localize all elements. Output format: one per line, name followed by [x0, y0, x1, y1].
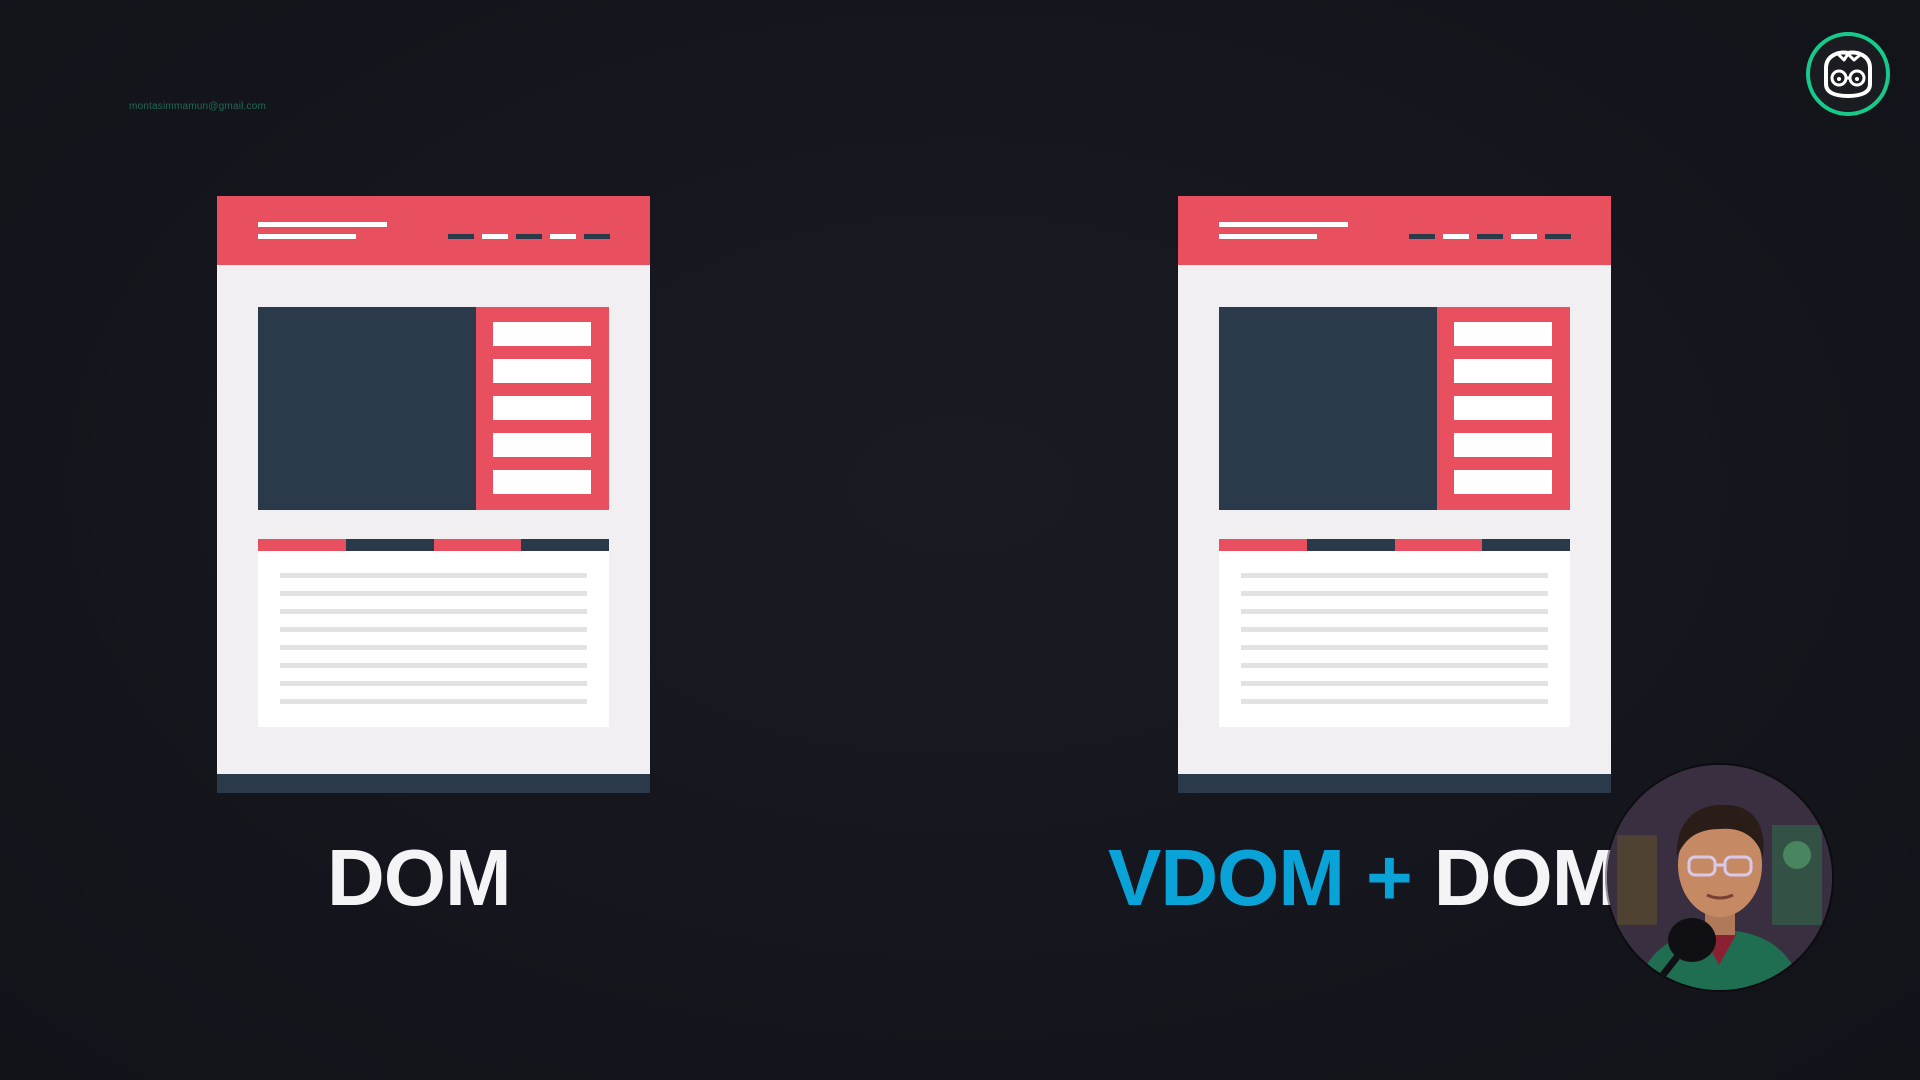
- video-frame: montasimmamun@gmail.com DOM VDOM + DOM: [0, 0, 1920, 1080]
- wireframe-tab-bar: [1219, 539, 1570, 551]
- wireframe-nav-item: [448, 234, 474, 239]
- presenter-webcam: [1607, 765, 1832, 990]
- wireframe-logo-line: [1219, 234, 1317, 239]
- wireframe-side-item: [1454, 396, 1552, 420]
- wireframe-nav-item: [1477, 234, 1503, 239]
- wireframe-header: [217, 196, 650, 265]
- wireframe-nav-item: [482, 234, 508, 239]
- wireframe-text-line: [1241, 645, 1548, 650]
- wireframe-nav-item: [584, 234, 610, 239]
- wireframe-logo-line: [258, 234, 356, 239]
- wireframe-nav-item: [550, 234, 576, 239]
- wireframe-side-item: [493, 433, 591, 457]
- wireframe-text-line: [280, 663, 587, 668]
- wireframe-text-line: [1241, 627, 1548, 632]
- wireframe-header: [1178, 196, 1611, 265]
- wireframe-tab: [521, 539, 609, 551]
- wireframe-content-block: [1219, 551, 1570, 727]
- wireframe-tab: [1394, 539, 1483, 551]
- wireframe-text-line: [1241, 609, 1548, 614]
- wireframe-side-item: [493, 470, 591, 494]
- wireframe-text-line: [280, 627, 587, 632]
- wireframe-footer: [217, 774, 650, 793]
- wireframe-text-line: [280, 699, 587, 704]
- wireframe-hero-block: [258, 307, 476, 510]
- wireframe-side-item: [1454, 359, 1552, 383]
- wireframe-side-panel: [1437, 307, 1570, 510]
- wireframe-nav-item: [516, 234, 542, 239]
- wireframe-tab-bar: [258, 539, 609, 551]
- wireframe-text-line: [1241, 663, 1548, 668]
- wireframe-side-item: [493, 359, 591, 383]
- wireframe-nav-item: [1511, 234, 1537, 239]
- wireframe-side-item: [493, 322, 591, 346]
- wireframe-side-item: [1454, 433, 1552, 457]
- glasses-avatar-icon: [1824, 50, 1872, 99]
- wireframe-tab: [1306, 539, 1395, 551]
- wireframe-hero-block: [1219, 307, 1437, 510]
- vdom-label: VDOM: [1108, 833, 1345, 922]
- wireframe-tab: [1219, 539, 1307, 551]
- wireframe-tab: [258, 539, 346, 551]
- wireframe-text-line: [280, 681, 587, 686]
- wireframe-side-item: [493, 396, 591, 420]
- wireframe-content-block: [258, 551, 609, 727]
- email-watermark: montasimmamun@gmail.com: [129, 101, 267, 112]
- wireframe-text-line: [1241, 681, 1548, 686]
- wireframe-nav-item: [1443, 234, 1469, 239]
- wireframe-footer: [1178, 774, 1611, 793]
- wireframe-text-line: [1241, 573, 1548, 578]
- wireframe-logo-line: [258, 222, 387, 227]
- wireframe-tab: [1482, 539, 1570, 551]
- vdom-page-wireframe: [1178, 196, 1611, 793]
- wireframe-tab: [433, 539, 522, 551]
- wireframe-text-line: [280, 573, 587, 578]
- wireframe-logo-line: [1219, 222, 1348, 227]
- wireframe-side-panel: [476, 307, 609, 510]
- wireframe-text-line: [280, 645, 587, 650]
- wireframe-side-item: [1454, 470, 1552, 494]
- dom-label-right: DOM: [1433, 833, 1619, 922]
- dom-label: DOM: [327, 833, 512, 922]
- wireframe-tab: [345, 539, 434, 551]
- wireframe-side-item: [1454, 322, 1552, 346]
- plus-label: +: [1366, 833, 1413, 922]
- wireframe-text-line: [1241, 699, 1548, 704]
- vdom-plus-dom-label: VDOM + DOM: [1108, 838, 1618, 918]
- wireframe-text-line: [280, 609, 587, 614]
- channel-logo: [1806, 32, 1890, 116]
- wireframe-text-line: [1241, 591, 1548, 596]
- wireframe-text-line: [280, 591, 587, 596]
- presenter-icon: [1607, 765, 1832, 990]
- dom-page-wireframe: [217, 196, 650, 793]
- wireframe-nav-item: [1409, 234, 1435, 239]
- wireframe-nav-item: [1545, 234, 1571, 239]
